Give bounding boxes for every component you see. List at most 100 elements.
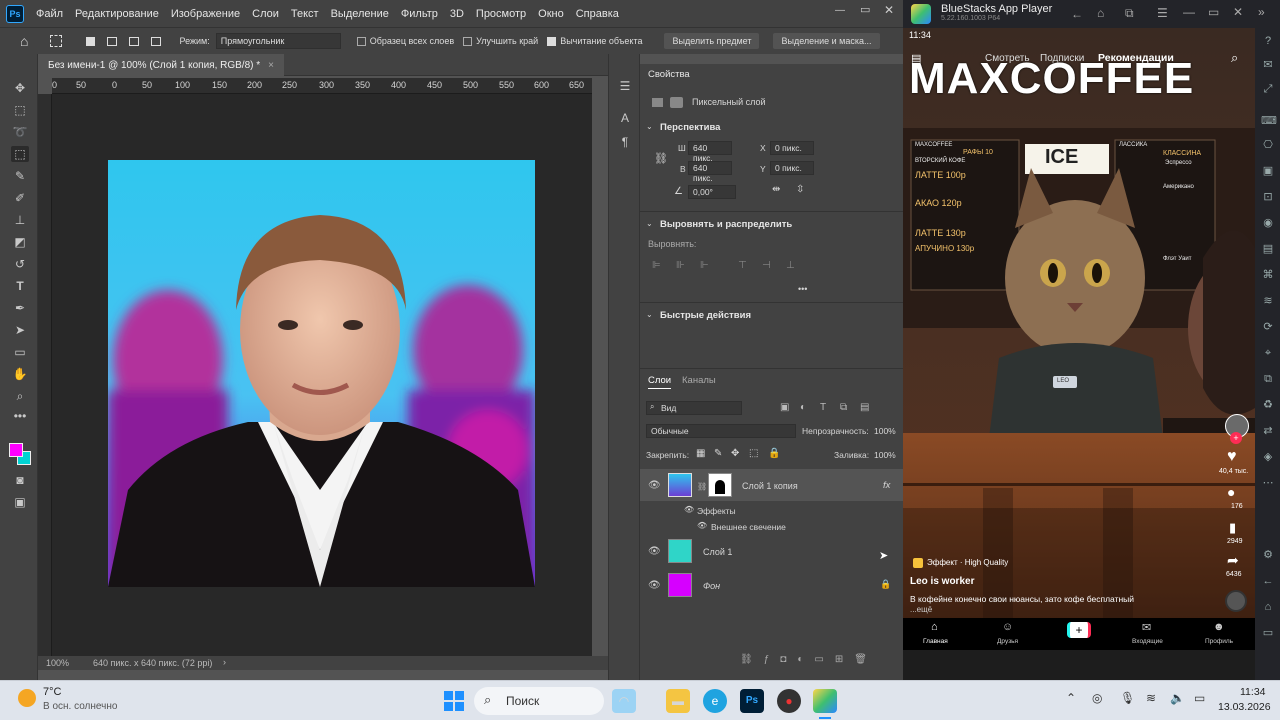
share-icon[interactable]: ➦ [1227,552,1239,569]
foreground-color-swatch[interactable] [9,443,23,457]
status-arrow-icon[interactable]: › [223,657,226,667]
nav-friends[interactable]: Друзья [997,638,1018,645]
document-tab[interactable]: Без имени-1 @ 100% (Слой 1 копия, RGB/8)… [38,54,284,76]
subtract-object-checkbox[interactable] [547,36,557,46]
sidebar-shake-icon[interactable]: ≋ [1261,294,1275,308]
sidebar-help-icon[interactable]: ? [1261,34,1275,48]
clock-date[interactable]: 13.03.2026 [1218,701,1271,713]
group-icon[interactable]: ▭ [814,654,834,665]
tray-icon[interactable]: ◎ [1092,691,1102,705]
eyedropper-tool-icon[interactable]: ✎ [11,168,29,184]
layer-filter-select[interactable]: Вид [646,401,742,415]
brush-tool-icon[interactable]: ✐ [11,190,29,206]
new-layer-icon[interactable]: ⊞ [835,654,854,665]
eye-icon[interactable]: 👁 [697,521,707,530]
lock-all-icon[interactable]: 🔒 [768,448,780,459]
nav-home[interactable]: Главная [923,638,948,645]
more-options-icon[interactable]: ••• [798,284,807,294]
taskbar-widget-icon[interactable]: ◠ [612,689,636,713]
nav-inbox[interactable]: Входящие [1132,638,1163,645]
menu-window[interactable]: Окно [538,8,564,20]
menu-3d[interactable]: 3D [450,8,464,20]
sidebar-bell-icon[interactable]: ✉ [1261,58,1275,72]
menu-help[interactable]: Справка [576,8,619,20]
align-right-icon[interactable]: ⊩ [700,260,709,271]
width-field[interactable]: 640 пикс. [688,141,732,163]
bluestacks-taskbar-icon[interactable] [813,689,837,713]
sample-all-checkbox[interactable] [356,36,366,46]
tab-channels[interactable]: Каналы [682,375,716,386]
outer-glow-row[interactable]: 👁 Внешнее свечение [640,519,903,535]
align-left-icon[interactable]: ⊫ [652,260,661,271]
follow-plus-icon[interactable]: + [1230,432,1242,444]
rectangle-tool-icon[interactable]: ▭ [11,344,29,360]
zoom-level[interactable]: 100% [46,658,69,668]
hand-tool-icon[interactable]: ✋ [11,366,29,382]
more-link[interactable]: ...ещё [910,605,932,614]
select-subject-button[interactable]: Выделить предмет [664,33,760,49]
fx-icon[interactable]: fx [883,480,890,491]
stamp-tool-icon[interactable]: ⊥ [11,212,29,228]
sidebar-more-icon[interactable]: ⋯ [1261,476,1275,490]
eye-icon[interactable]: 👁 [648,480,661,491]
nav-profile[interactable]: Профиль [1205,638,1233,645]
align-bottom-icon[interactable]: ⊥ [786,260,795,271]
tab-layers[interactable]: Слои [648,375,672,389]
sidebar-sync-icon[interactable]: ⇄ [1261,424,1275,438]
lock-transparency-icon[interactable]: ▦ [696,448,705,459]
properties-panel-icon[interactable]: ☰ [616,78,634,94]
sidebar-layers-icon[interactable]: ◈ [1261,450,1275,464]
sidebar-record-icon[interactable]: ◉ [1261,216,1275,230]
menu-select[interactable]: Выделение [331,8,389,20]
fill-value[interactable]: 100% [874,450,896,460]
blend-mode-select[interactable]: Обычные [646,424,796,438]
eye-icon[interactable]: 👁 [648,580,661,591]
sidebar-fullscreen-icon[interactable]: ⤢ [1261,82,1275,96]
app-taskbar-icon[interactable]: ● [777,689,801,713]
filter-type-icon[interactable]: T [820,402,826,413]
lock-artboard-icon[interactable]: ⬚ [749,448,758,459]
trash-icon[interactable]: 🗑 [854,654,878,665]
filter-smart-icon[interactable]: ▤ [860,402,869,413]
minimize-icon[interactable]: — [835,5,845,16]
eye-icon[interactable]: 👁 [684,505,694,514]
quick-actions-section[interactable]: Быстрые действия [660,310,751,321]
menu-layers[interactable]: Слои [252,8,279,20]
back-icon[interactable]: ← [1071,7,1083,21]
mode-select[interactable]: Прямоугольник [215,33,341,49]
sidebar-multi-icon[interactable]: ⧉ [1261,372,1275,386]
link-layers-icon[interactable]: ⛓ [740,654,764,665]
sidebar-eco-icon[interactable]: ♻ [1261,398,1275,412]
sidebar-recents-icon[interactable]: ▭ [1261,626,1275,640]
chevron-up-icon[interactable]: ⌃ [1066,691,1076,705]
weather-sun-icon[interactable] [18,689,36,707]
pen-tool-icon[interactable]: ✒ [11,300,29,316]
create-button[interactable]: + [1067,622,1091,638]
recents-icon[interactable]: ⧉ [1125,6,1134,21]
align-top-icon[interactable]: ⊤ [738,260,747,271]
align-middle-v-icon[interactable]: ⊣ [762,260,771,271]
sidebar-settings-icon[interactable]: ⚙ [1261,548,1275,562]
path-selection-tool-icon[interactable]: ➤ [11,322,29,338]
type-tool-icon[interactable]: T [11,278,29,294]
eraser-tool-icon[interactable]: ◩ [11,234,29,250]
quick-selection-tool-icon[interactable] [50,35,63,47]
fx-menu-icon[interactable]: ƒ [764,654,781,665]
object-selection-tool-icon[interactable]: ⬚ [11,146,29,162]
angle-field[interactable]: 0,00° [688,185,736,199]
perspective-section[interactable]: Перспектива [660,122,720,133]
y-field[interactable]: 0 пикс. [770,161,814,175]
menu-edit[interactable]: Редактирование [75,8,159,20]
maximize-icon[interactable]: ▭ [1208,5,1219,19]
add-selection-icon[interactable] [107,36,118,46]
sidebar-screenshot-icon[interactable]: ⊡ [1261,190,1275,204]
edge-icon[interactable]: e [703,689,727,713]
add-mask-icon[interactable]: ◘ [780,654,797,665]
close-tab-icon[interactable]: × [268,60,274,71]
taskbar-search[interactable]: ⌕ Поиск [474,687,604,715]
sidebar-folder-icon[interactable]: ▤ [1261,242,1275,256]
android-screen[interactable]: 11:34 ▤ Смотреть Подписки Рекомендации ⌕… [903,28,1255,650]
music-disc-icon[interactable] [1225,590,1247,612]
minimize-icon[interactable]: — [1183,5,1195,19]
layer-mask-thumbnail[interactable] [708,473,732,497]
